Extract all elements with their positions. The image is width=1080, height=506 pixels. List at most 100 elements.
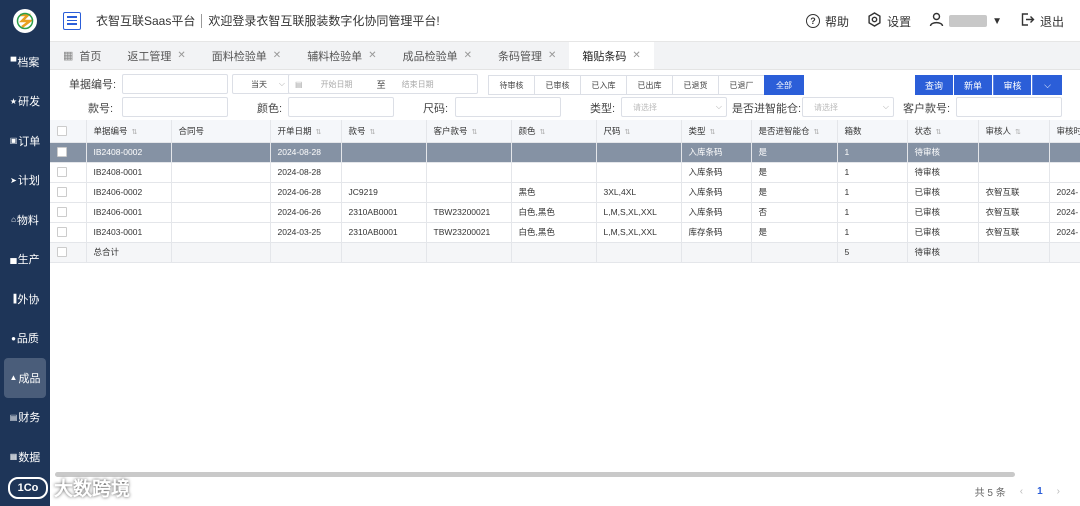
column-header[interactable]: 是否进智能仓 ⇅ [751,120,838,143]
status-filter-button[interactable]: 已出库 [626,75,673,95]
logout-button[interactable]: 退出 [1020,12,1064,30]
close-icon[interactable]: ✕ [632,50,640,61]
column-header[interactable]: 箱数 [837,120,908,143]
column-header[interactable]: 开单日期 ⇅ [270,120,342,143]
size-input[interactable] [455,97,561,117]
user-menu[interactable]: ▼ [929,12,1002,30]
table-cell: 待审核 [907,142,979,163]
tab-item[interactable]: 成品检验单 ✕ [390,42,485,69]
help-button[interactable]: ? 帮助 [806,13,849,30]
column-header[interactable]: 客户款号 ⇅ [426,120,512,143]
row-checkbox[interactable] [57,147,67,158]
column-header[interactable]: 颜色 ⇅ [511,120,597,143]
app-logo[interactable] [0,0,50,42]
sort-icon[interactable]: ⇅ [710,129,716,136]
row-checkbox-cell[interactable] [50,202,87,223]
sidebar-item[interactable]: ● 品质 [0,319,50,359]
current-page[interactable]: 1 [1037,486,1043,497]
table-row[interactable]: IB2406-0001 2024-06-26 2310AB0001 TBW232000… [50,202,1080,223]
row-checkbox-cell[interactable] [50,162,87,183]
sidebar-item[interactable]: ⌂ 物料 [0,200,50,240]
table-cell: 2024-08-28 [270,162,342,183]
tab-item[interactable]: ▦ 首页 [50,42,114,69]
sort-icon[interactable]: ⇅ [132,129,138,136]
audit-button[interactable]: 审核 [993,75,1031,95]
bill-no-input[interactable] [122,74,228,94]
sidebar-item[interactable]: ▤ 财务 [0,398,50,438]
close-icon[interactable]: ✕ [368,50,376,61]
prev-page-icon[interactable]: ‹ [1020,486,1023,497]
select-all-checkbox[interactable] [50,120,87,143]
table-row[interactable]: IB2406-0002 2024-06-28 JC9219 黑色 3XL,4XL 入库条码… [50,182,1080,203]
tab-item[interactable]: 辅料检验单 ✕ [294,42,389,69]
type-select[interactable]: 请选择 ⌵ [621,97,727,117]
close-icon[interactable]: ✕ [177,50,185,61]
sidebar-item[interactable]: ▅ 生产 [0,240,50,280]
column-header[interactable]: 单据编号 ⇅ [86,120,172,143]
customer-style-label: 客户款号: [903,103,951,115]
customer-style-input[interactable] [956,97,1062,117]
row-checkbox-cell[interactable] [50,222,87,243]
date-range-picker[interactable]: ▤ 开始日期 至 结束日期 [288,74,478,94]
next-page-icon[interactable]: › [1057,486,1060,497]
total-cell [171,242,271,263]
sidebar-item[interactable]: ▀ 档案 [0,42,50,82]
status-filter-button[interactable]: 已退厂 [718,75,765,95]
status-filter-button[interactable]: 已退货 [672,75,719,95]
table-row[interactable]: IB2408-0001 2024-08-28 入库条码是 1 待审核 [50,162,1080,183]
sidebar-item[interactable]: ▲ 成品 [4,358,46,398]
total-row: 总合计 5 待审核 [50,242,1080,263]
sort-icon[interactable]: ⇅ [625,129,631,136]
table-row[interactable]: IB2403-0001 2024-03-25 2310AB0001 TBW232000… [50,222,1080,243]
tab-item[interactable]: 条码管理 ✕ [485,42,569,69]
tab-item[interactable]: 返工管理 ✕ [114,42,198,69]
row-checkbox[interactable] [57,187,67,198]
sidebar-item[interactable]: ➤ 计划 [0,161,50,201]
column-header[interactable]: 合同号 [171,120,271,143]
settings-button[interactable]: 设置 [867,12,911,30]
sort-icon[interactable]: ⇅ [472,129,478,136]
sidebar-item[interactable]: ▐ 外协 [0,279,50,319]
sort-icon[interactable]: ⇅ [936,129,942,136]
color-input[interactable] [288,97,394,117]
status-filter-button[interactable]: 待审核 [488,75,535,95]
sort-icon[interactable]: ⇅ [1015,129,1021,136]
sort-icon[interactable]: ⇅ [316,129,322,136]
sidebar-item[interactable]: ★ 研发 [0,82,50,122]
close-icon[interactable]: ✕ [464,50,472,61]
sidebar-item[interactable]: ▦ 数据 [0,437,50,477]
menu-toggle-icon[interactable] [63,11,81,30]
status-filter-button[interactable]: 已审核 [534,75,581,95]
factory-icon: ▅ [10,254,17,264]
smart-warehouse-select[interactable]: 请选择 ⌵ [802,97,894,117]
sort-icon[interactable]: ⇅ [540,129,546,136]
column-header[interactable]: 类型 ⇅ [681,120,752,143]
row-checkbox-cell[interactable] [50,182,87,203]
checkbox[interactable] [57,126,67,137]
style-input[interactable] [122,97,228,117]
table-row[interactable]: IB2408-0002 2024-08-28 入库条码是 1 待审核 [50,142,1080,163]
column-header[interactable]: 审核时 [1049,120,1080,143]
row-checkbox[interactable] [57,227,67,238]
row-checkbox-cell[interactable] [50,142,87,163]
status-filter-button[interactable]: 已入库 [580,75,627,95]
row-checkbox[interactable] [57,207,67,218]
status-filter-button[interactable]: 全部 [764,75,804,95]
sort-icon[interactable]: ⇅ [814,129,820,136]
row-checkbox[interactable] [57,167,67,178]
sort-icon[interactable]: ⇅ [370,129,376,136]
sidebar-item[interactable]: ▣ 订单 [0,121,50,161]
column-header[interactable]: 状态 ⇅ [907,120,979,143]
close-icon[interactable]: ✕ [273,50,281,61]
more-actions-dropdown[interactable]: ⌵ [1032,75,1062,95]
query-button[interactable]: 查询 [915,75,953,95]
tab-item[interactable]: 面料检验单 ✕ [199,42,294,69]
column-header[interactable]: 款号 ⇅ [341,120,427,143]
close-icon[interactable]: ✕ [548,50,556,61]
column-header[interactable]: 审核人 ⇅ [978,120,1050,143]
new-bill-button[interactable]: 新单 [954,75,992,95]
horizontal-scrollbar[interactable] [55,472,1015,477]
column-header[interactable]: 尺码 ⇅ [596,120,682,143]
date-range-select[interactable]: 当天 ⌵ [232,74,290,94]
tab-item[interactable]: 箱贴条码 ✕ [569,42,654,69]
